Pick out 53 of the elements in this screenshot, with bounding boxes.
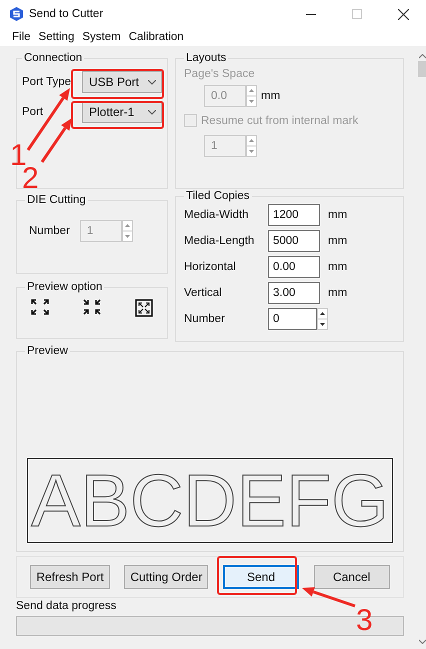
expand-icon[interactable]: [31, 299, 49, 315]
sample-text: ABCDEFG: [31, 464, 389, 538]
field-label: Port: [22, 106, 44, 118]
group-title: DIE Cutting: [26, 194, 87, 206]
unit-label: mm: [328, 209, 348, 221]
chevron-down-icon: [148, 80, 156, 84]
group-title: Connection: [23, 52, 84, 64]
group-title: Layouts: [185, 52, 228, 64]
unit-label: mm: [328, 261, 348, 273]
fit-to-page-icon[interactable]: [135, 299, 153, 317]
unit-label: mm: [328, 287, 348, 299]
text-field[interactable]: 1200: [268, 204, 320, 226]
chevron-down-icon: [148, 110, 156, 114]
field-label: Port Type: [22, 76, 72, 88]
menu-item[interactable]: System: [82, 31, 121, 43]
window-title: Send to Cutter: [29, 8, 104, 20]
annotation-number: 3: [356, 604, 373, 637]
text-field[interactable]: 3.00: [268, 282, 320, 304]
shrink-icon[interactable]: [83, 299, 101, 315]
unit-label: mm: [328, 235, 348, 247]
action-button[interactable]: Refresh Port: [30, 565, 110, 589]
scroll-up-icon[interactable]: [418, 54, 426, 59]
scroll-down-icon[interactable]: [418, 639, 426, 644]
field-label: Horizontal: [184, 261, 237, 273]
action-button[interactable]: Send: [222, 565, 299, 589]
text-field[interactable]: 5000: [268, 230, 320, 252]
action-button[interactable]: Cutting Order: [124, 565, 208, 589]
progress-label: Send data progress: [16, 600, 118, 612]
close-icon[interactable]: [398, 8, 408, 20]
text-field[interactable]: 0.00: [268, 256, 320, 278]
checkbox-label: Resume cut from internal mark: [201, 114, 358, 126]
group-title: Tiled Copies: [185, 190, 250, 202]
field-label: Number: [184, 313, 226, 325]
annotation-arrow: [302, 587, 356, 608]
menu-item[interactable]: File: [12, 31, 31, 43]
spinner-arrows-icon[interactable]: [317, 308, 328, 330]
field-label: Media-Width: [184, 209, 250, 221]
field-label: Media-Length: [184, 235, 256, 247]
action-button[interactable]: Cancel: [314, 565, 390, 589]
app-logo-icon: [10, 7, 23, 21]
text-field[interactable]: 0: [268, 308, 317, 330]
scrollbar-thumb[interactable]: [418, 61, 426, 77]
field-label: Number: [29, 225, 70, 237]
group-title: Preview: [26, 345, 69, 357]
menu-item[interactable]: Setting: [38, 31, 74, 43]
annotation-arrow: [40, 118, 72, 163]
port-dropdown[interactable]: Plotter-1: [82, 101, 162, 123]
unit-label: mm: [261, 90, 280, 102]
field-label: Page's Space: [184, 68, 255, 80]
field-label: Vertical: [184, 287, 223, 299]
group-title: Preview option: [26, 281, 104, 293]
menu-item[interactable]: Calibration: [128, 31, 184, 43]
port-type-dropdown[interactable]: USB Port: [82, 71, 162, 93]
